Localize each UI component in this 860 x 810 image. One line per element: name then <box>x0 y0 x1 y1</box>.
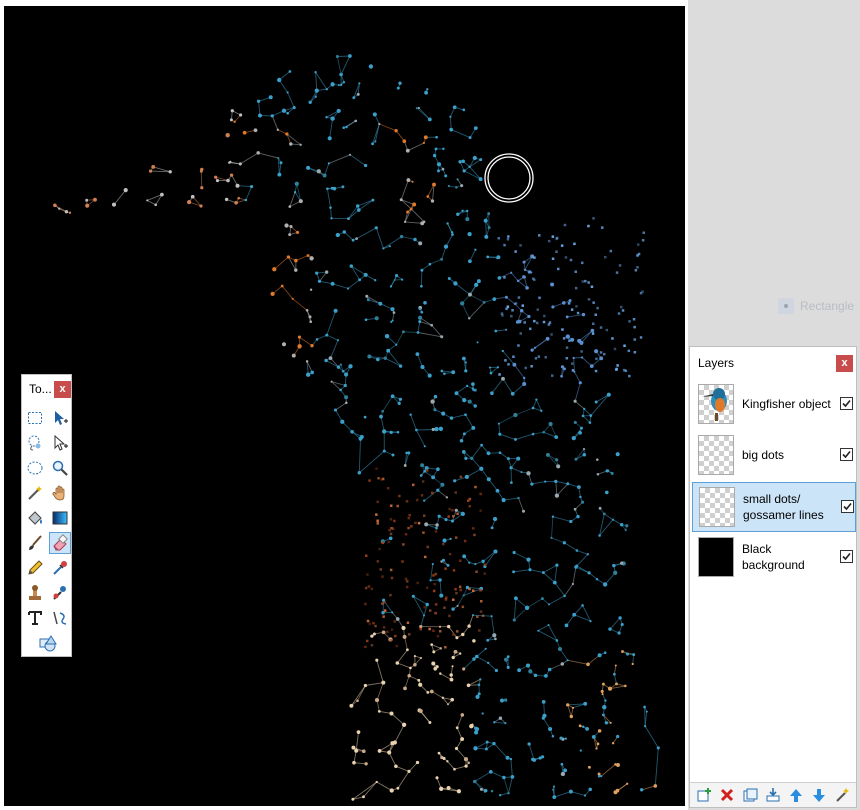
canvas-workspace <box>0 0 688 810</box>
delete-layer-button[interactable] <box>717 786 737 804</box>
checkmark-icon <box>842 552 851 561</box>
arrow-move-icon <box>55 411 68 425</box>
layer-name: Black background <box>742 542 805 572</box>
layers-toolbar <box>690 782 856 807</box>
move-layer-up-button[interactable] <box>786 786 806 804</box>
gossamer-lines <box>54 55 659 800</box>
layer-visibility-checkbox[interactable] <box>841 500 854 513</box>
layer-thumbnail <box>698 384 734 424</box>
eraser-icon <box>53 534 68 551</box>
magic-wand-tool[interactable] <box>24 482 46 504</box>
layer-name: big dots <box>742 448 785 462</box>
shapes-icon <box>39 635 57 652</box>
layer-small-dots-gossamer-lines[interactable]: small dots/ gossamer lines <box>692 482 856 532</box>
delete-icon <box>720 788 734 802</box>
move-layer-down-button[interactable] <box>809 786 829 804</box>
stamp-icon <box>29 585 41 600</box>
kingfisher-thumbnail-icon <box>702 388 727 421</box>
paint-bucket-tool[interactable] <box>24 507 46 529</box>
pencil-icon <box>28 560 43 575</box>
duplicate-icon <box>743 788 758 802</box>
merge-layer-down-button[interactable] <box>763 786 783 804</box>
layer-visibility-checkbox[interactable] <box>840 448 853 461</box>
tools-window[interactable]: To... x <box>21 374 72 657</box>
clone-stamp-tool[interactable] <box>24 582 46 604</box>
arrow-down-icon <box>813 789 825 802</box>
kingfisher-artwork <box>53 54 660 801</box>
constellation-dots <box>53 54 660 801</box>
gradient-tool[interactable] <box>49 507 71 529</box>
layer-black-background[interactable]: Black background <box>692 533 856 583</box>
dashed-rectangle-icon <box>28 412 42 424</box>
dust-dots <box>364 217 645 649</box>
layer-properties-button[interactable] <box>832 786 852 804</box>
color-picker-tool[interactable] <box>49 557 71 579</box>
lasso-icon <box>28 435 41 451</box>
checkmark-icon <box>843 502 852 511</box>
paintbrush-tool[interactable] <box>24 532 46 554</box>
layer-visibility-checkbox[interactable] <box>840 397 853 410</box>
layer-thumbnail <box>698 537 734 577</box>
rectangle-select-tool[interactable] <box>24 407 46 429</box>
toolbar-hint: Rectangle <box>778 294 860 318</box>
layer-thumbnail <box>698 435 734 475</box>
checkmark-icon <box>842 450 851 459</box>
eraser-tool[interactable] <box>49 532 71 554</box>
line-curve-icon <box>53 611 67 625</box>
arrow-up-icon <box>790 789 802 802</box>
magnifier-icon <box>52 460 68 476</box>
layer-name: small dots/ gossamer lines <box>743 492 824 522</box>
recolor-icon <box>53 586 66 600</box>
tools-close-button[interactable]: x <box>54 381 71 398</box>
ellipse-select-tool[interactable] <box>24 457 46 479</box>
shapes-tool[interactable] <box>28 632 68 654</box>
pan-tool[interactable] <box>49 482 71 504</box>
merge-down-icon <box>766 788 780 802</box>
layer-kingfisher-object[interactable]: Kingfisher object <box>692 380 856 430</box>
add-layer-button[interactable] <box>694 786 714 804</box>
lasso-select-tool[interactable] <box>24 432 46 454</box>
rectangle-tool-icon <box>778 298 794 314</box>
pencil-tool[interactable] <box>24 557 46 579</box>
recolor-tool[interactable] <box>49 582 71 604</box>
layer-big-dots[interactable]: big dots <box>692 431 856 481</box>
layer-name: Kingfisher object <box>742 397 831 411</box>
move-selected-tool[interactable] <box>49 407 71 429</box>
magic-wand-icon <box>28 486 42 500</box>
layer-visibility-checkbox[interactable] <box>840 550 853 563</box>
paint-bucket-icon <box>28 511 42 525</box>
zoom-tool[interactable] <box>49 457 71 479</box>
toolbar-hint-label: Rectangle <box>800 299 855 313</box>
line-curve-tool[interactable] <box>49 607 71 629</box>
gradient-icon <box>52 511 68 525</box>
eraser-cursor <box>484 153 534 203</box>
text-icon <box>28 611 42 625</box>
text-tool[interactable] <box>24 607 46 629</box>
image-canvas[interactable] <box>4 6 685 806</box>
eyedropper-icon <box>53 561 67 575</box>
layers-window[interactable]: Layers x Kingfisher object big dots smal… <box>689 346 857 808</box>
arrow-move-outline-icon <box>54 434 68 451</box>
layer-thumbnail <box>699 487 735 527</box>
move-selection-tool[interactable] <box>49 432 71 454</box>
layers-close-button[interactable]: x <box>836 355 853 372</box>
duplicate-layer-button[interactable] <box>740 786 760 804</box>
layers-window-title: Layers <box>698 356 735 370</box>
dashed-ellipse-icon <box>27 461 43 475</box>
hand-icon <box>52 485 65 501</box>
checkmark-icon <box>842 399 851 408</box>
add-layer-icon <box>697 788 711 802</box>
paintbrush-icon <box>29 535 42 550</box>
properties-icon <box>836 788 849 802</box>
